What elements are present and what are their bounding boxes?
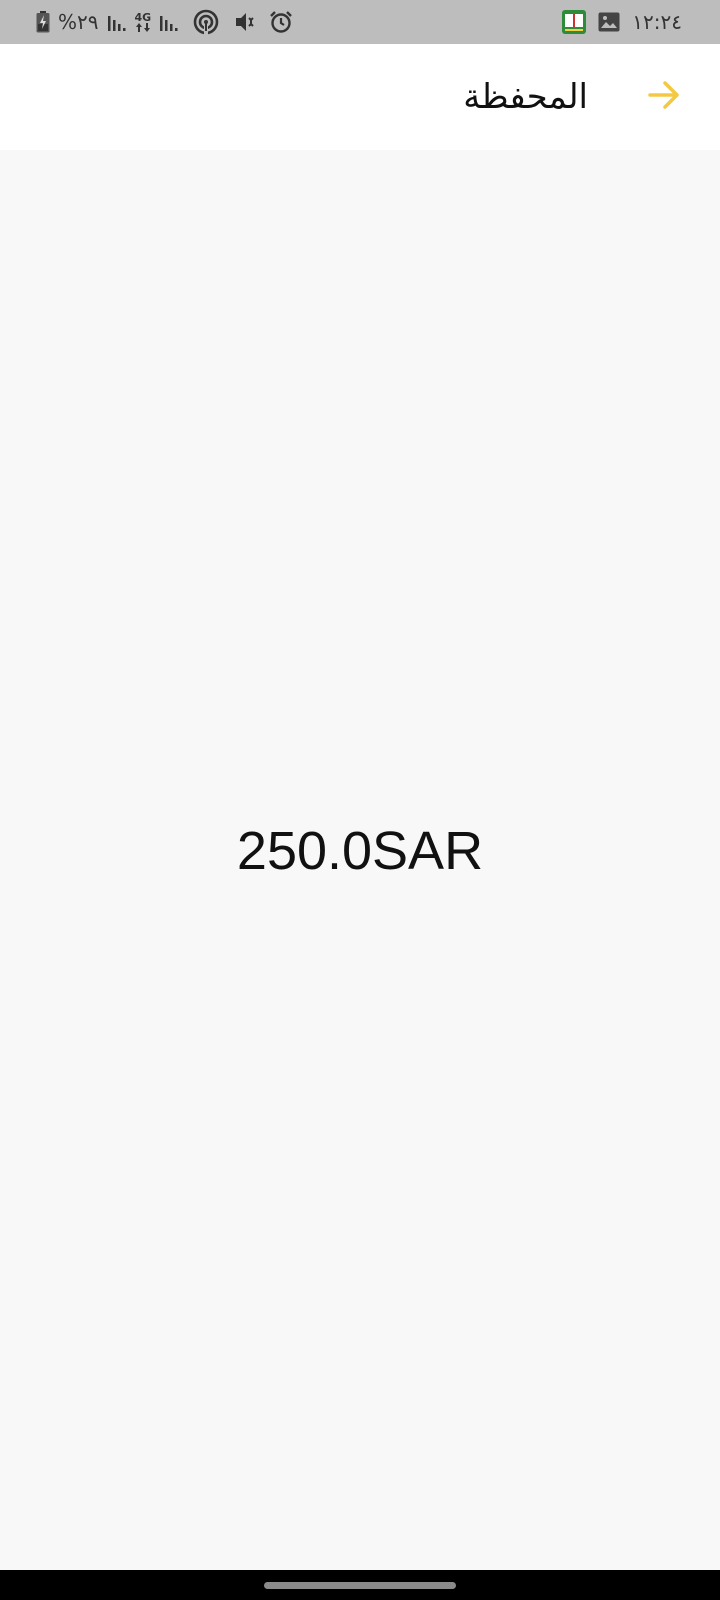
alarm-icon	[269, 10, 293, 34]
network-type: 4G	[134, 11, 152, 24]
image-icon	[598, 12, 620, 32]
hotspot-icon	[193, 9, 219, 35]
signal-icon	[107, 12, 127, 32]
app-bar: المحفظة	[0, 44, 720, 150]
status-bar-left: %٢٩ 4G	[36, 0, 293, 44]
system-nav-bar	[0, 1570, 720, 1600]
page-title: المحفظة	[463, 77, 588, 117]
battery-charging-icon	[36, 11, 50, 33]
wallet-content: 250.0SAR	[0, 150, 720, 1570]
mute-icon	[233, 10, 257, 34]
signal-icon	[159, 12, 179, 32]
arrow-right-icon	[646, 77, 682, 117]
clock: ١٢:٢٤	[632, 10, 682, 34]
battery-percent: %٢٩	[58, 10, 99, 34]
status-bar-right: ١٢:٢٤	[562, 0, 682, 44]
app-notification-icon	[562, 10, 587, 34]
data-4g-icon: 4G	[134, 11, 152, 32]
back-button[interactable]	[636, 69, 692, 125]
wallet-balance: 250.0SAR	[236, 821, 484, 881]
status-bar: %٢٩ 4G ١٢:٢٤	[0, 0, 720, 44]
home-indicator[interactable]	[264, 1582, 456, 1589]
